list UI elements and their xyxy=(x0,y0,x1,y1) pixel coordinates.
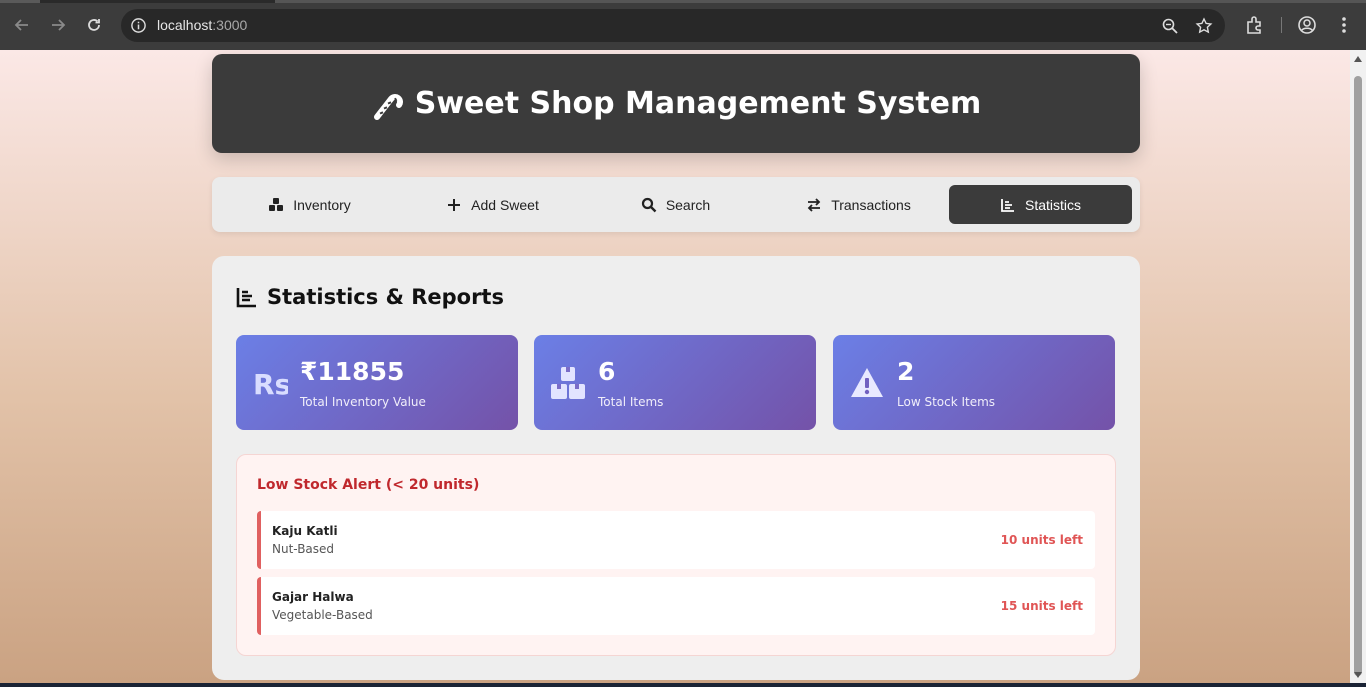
back-button[interactable] xyxy=(11,14,33,36)
stat-label: Total Inventory Value xyxy=(300,395,426,409)
plus-icon xyxy=(448,198,461,211)
stat-value: 6 xyxy=(598,357,616,386)
svg-text:Rs: Rs xyxy=(253,368,288,401)
low-stock-alert: Low Stock Alert (< 20 units) Kaju Katli … xyxy=(236,454,1116,656)
list-item: Gajar Halwa Vegetable-Based 15 units lef… xyxy=(257,577,1095,635)
statistics-panel: Statistics & Reports Rs ₹11855 Total Inv… xyxy=(212,256,1140,680)
scrollbar-thumb[interactable] xyxy=(1354,76,1362,676)
forward-button[interactable] xyxy=(47,14,69,36)
tab-strip xyxy=(0,0,1366,3)
tab-label: Inventory xyxy=(293,196,351,213)
site-info-icon[interactable] xyxy=(130,17,147,34)
boxes-icon xyxy=(269,197,284,211)
stat-card-total-items: 6 Total Items xyxy=(534,335,816,430)
stat-value: 2 xyxy=(897,357,915,386)
section-title-text: Statistics & Reports xyxy=(267,285,504,309)
item-name: Kaju Katli xyxy=(272,524,338,538)
scroll-down-icon[interactable] xyxy=(1354,672,1362,678)
section-title: Statistics & Reports xyxy=(235,285,504,309)
address-bar[interactable]: localhost:3000 xyxy=(121,9,1225,42)
stat-label: Total Items xyxy=(598,395,664,409)
rupee-icon: Rs xyxy=(253,368,288,401)
stat-card-low-stock: 2 Low Stock Items xyxy=(833,335,1115,430)
boxes-icon xyxy=(551,367,585,399)
menu-dots-icon[interactable] xyxy=(1333,14,1355,36)
candy-cane-icon xyxy=(373,93,403,120)
main-nav: Inventory Add Sweet Search Transactions … xyxy=(212,177,1140,232)
search-icon xyxy=(641,197,657,212)
stat-value: ₹11855 xyxy=(300,357,405,386)
tab-inventory[interactable]: Inventory xyxy=(218,185,401,224)
item-category: Vegetable-Based xyxy=(272,608,373,622)
app-header: Sweet Shop Management System xyxy=(212,54,1140,153)
tab-label: Add Sweet xyxy=(471,196,539,213)
tab-label: Search xyxy=(665,196,711,213)
zoom-icon[interactable] xyxy=(1161,17,1179,35)
url-text: localhost:3000 xyxy=(157,17,248,33)
list-item: Kaju Katli Nut-Based 10 units left xyxy=(257,511,1095,569)
alert-title: Low Stock Alert (< 20 units) xyxy=(257,477,480,493)
stat-label: Low Stock Items xyxy=(897,395,996,409)
tab-add-sweet[interactable]: Add Sweet xyxy=(401,185,584,224)
browser-toolbar: localhost:3000 xyxy=(0,0,1366,50)
scroll-up-icon[interactable] xyxy=(1354,56,1362,62)
tab-search[interactable]: Search xyxy=(584,185,767,224)
page-title: Sweet Shop Management System xyxy=(371,86,982,121)
item-name: Gajar Halwa xyxy=(272,590,354,604)
chart-icon xyxy=(236,288,256,308)
units-left: 10 units left xyxy=(1000,533,1083,547)
tab-statistics[interactable]: Statistics xyxy=(949,185,1132,224)
tab-transactions[interactable]: Transactions xyxy=(767,185,950,224)
toolbar-separator xyxy=(1281,17,1282,33)
extensions-icon[interactable] xyxy=(1243,14,1265,36)
arrow-right-icon xyxy=(52,19,66,31)
header-title: Sweet Shop Management System xyxy=(414,86,982,121)
units-left: 15 units left xyxy=(1000,599,1083,613)
window-bottom-edge xyxy=(0,683,1366,687)
profile-icon[interactable] xyxy=(1296,14,1318,36)
page-viewport: Sweet Shop Management System Inventory A… xyxy=(0,50,1350,683)
swap-arrows-icon xyxy=(807,197,821,212)
reload-icon xyxy=(88,19,100,31)
item-category: Nut-Based xyxy=(272,542,335,556)
tab-label: Statistics xyxy=(1024,196,1081,213)
tab-label: Transactions xyxy=(831,196,911,213)
chart-icon xyxy=(1001,198,1014,212)
star-icon[interactable] xyxy=(1195,17,1213,35)
stat-card-inventory-value: Rs ₹11855 Total Inventory Value xyxy=(236,335,518,430)
reload-button[interactable] xyxy=(83,14,105,36)
warning-icon xyxy=(851,368,883,397)
arrow-left-icon xyxy=(14,19,28,31)
page-scrollbar[interactable] xyxy=(1350,50,1366,683)
